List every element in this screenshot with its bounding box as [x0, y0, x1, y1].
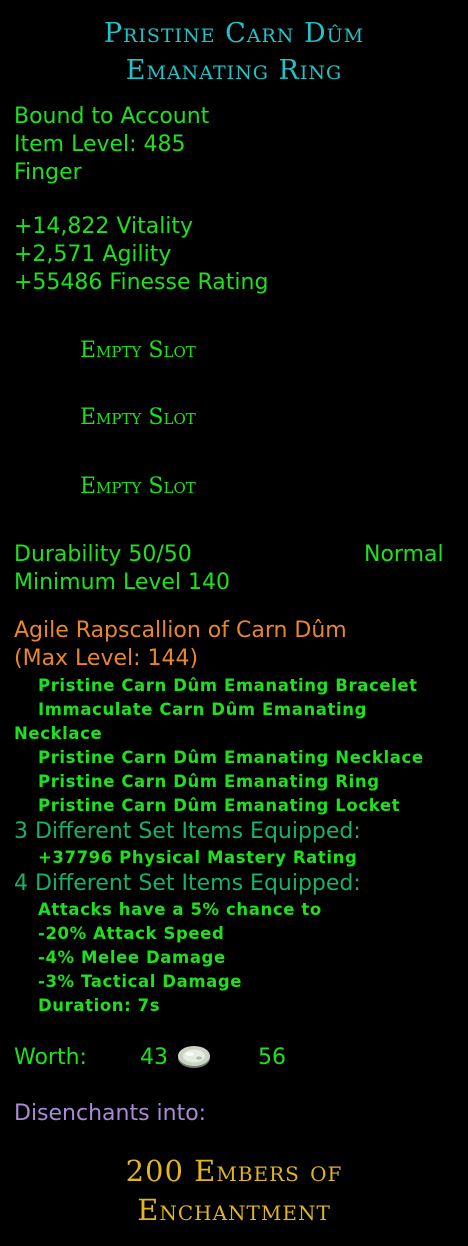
set-item: Pristine Carn Dûm Emanating Bracelet	[38, 676, 418, 695]
set-item: Pristine Carn Dûm Emanating Locket	[38, 796, 401, 815]
set-bonus-4-effect: -20% Attack Speed	[38, 924, 225, 943]
disenchant-label: Disenchants into:	[14, 1101, 207, 1126]
set-bonus-3-effect: +37796 Physical Mastery Rating	[38, 848, 358, 867]
set-bonus-4-effect: -4% Melee Damage	[38, 948, 226, 967]
item-level: Item Level: 485	[14, 132, 186, 157]
disenchant-result-line2: Enchantment	[137, 1193, 331, 1227]
durability: Durability 50/50	[14, 542, 192, 567]
set-bonus-4-duration: Duration: 7s	[38, 996, 161, 1015]
set-item-continued: Necklace	[14, 724, 103, 743]
binding-text: Bound to Account	[14, 104, 210, 129]
set-bonus-3-header: 3 Different Set Items Equipped:	[14, 819, 361, 844]
set-item: Pristine Carn Dûm Emanating Necklace	[38, 748, 424, 767]
set-bonus-4-effect: -3% Tactical Damage	[38, 972, 243, 991]
stat-vitality: +14,822 Vitality	[14, 214, 194, 239]
set-max-level: (Max Level: 144)	[14, 646, 199, 671]
durability-state: Normal	[364, 542, 444, 567]
set-item: Pristine Carn Dûm Emanating Ring	[38, 772, 380, 791]
silver-coin-icon	[178, 1046, 210, 1068]
equip-slot: Finger	[14, 160, 82, 185]
set-item: Immaculate Carn Dûm Emanating	[38, 700, 368, 719]
set-name: Agile Rapscallion of Carn Dûm	[14, 618, 347, 643]
item-tooltip: Pristine Carn Dûm Emanating Ring Bound t…	[0, 0, 468, 1246]
set-bonus-4-effect: Attacks have a 5% chance to	[38, 900, 322, 919]
worth-silver: 56	[258, 1045, 286, 1070]
disenchant-result-line1: 200 Embers of	[125, 1154, 343, 1188]
worth-gold: 43	[140, 1045, 168, 1070]
empty-essence-slot-2: Empty Slot	[80, 405, 196, 430]
empty-essence-slot-1: Empty Slot	[80, 338, 196, 363]
stat-agility: +2,571 Agility	[14, 242, 172, 267]
set-bonus-4-header: 4 Different Set Items Equipped:	[14, 871, 361, 896]
item-name-line2: Emanating Ring	[125, 55, 343, 86]
worth-label: Worth:	[14, 1045, 87, 1070]
empty-essence-slot-3: Empty Slot	[80, 474, 196, 499]
stat-finesse: +55486 Finesse Rating	[14, 270, 269, 295]
item-name-line1: Pristine Carn Dûm	[103, 18, 365, 49]
minimum-level: Minimum Level 140	[14, 570, 231, 595]
